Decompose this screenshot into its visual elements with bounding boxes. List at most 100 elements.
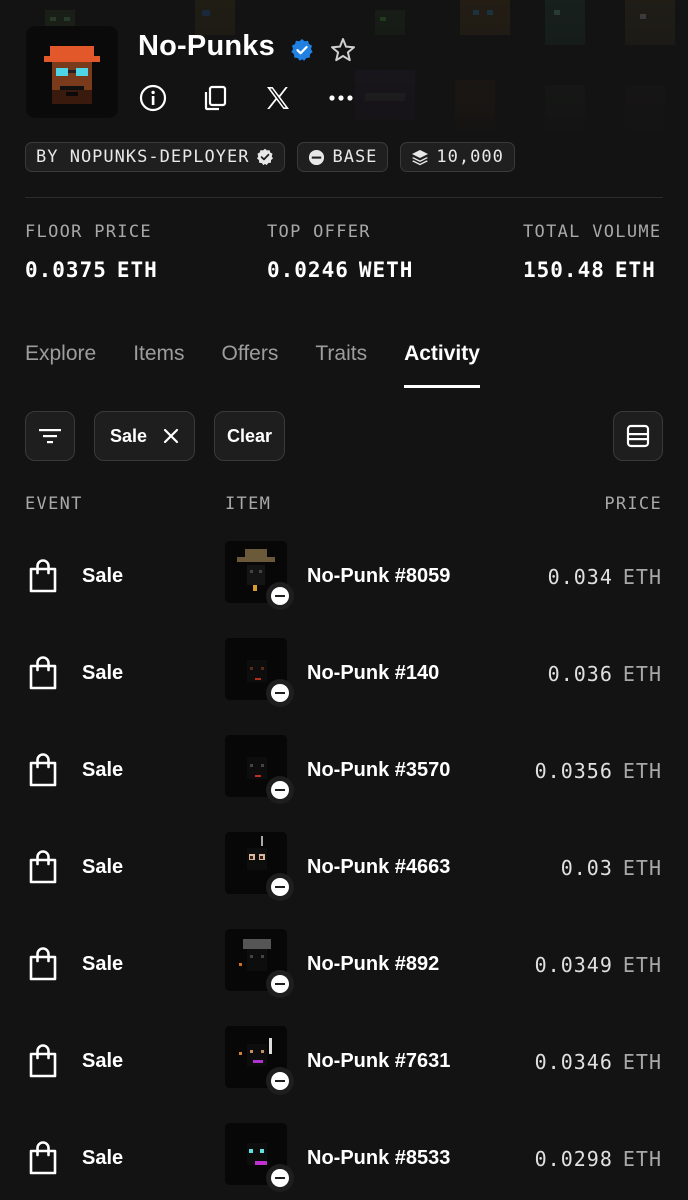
stat-total-volume: TOTAL VOLUME 150.48 ETH — [523, 222, 661, 282]
shopping-bag-icon — [29, 753, 57, 787]
tab-items[interactable]: Items — [133, 342, 184, 388]
activity-row[interactable]: Sale No-Punk #7631 0.0346 ETH — [0, 1026, 688, 1123]
column-header-event: EVENT — [25, 494, 83, 514]
verified-icon — [257, 148, 274, 166]
price-amount: 0.03 — [560, 856, 613, 880]
event-label: Sale — [82, 759, 124, 781]
base-chain-icon — [266, 873, 294, 901]
shopping-bag-icon — [29, 1044, 57, 1078]
base-chain-icon — [266, 970, 294, 998]
item-name[interactable]: No-Punk #7631 — [307, 1050, 450, 1073]
event-label: Sale — [82, 953, 124, 975]
clear-filters-button[interactable]: Clear — [214, 411, 285, 461]
stat-label: TOTAL VOLUME — [523, 222, 662, 242]
shopping-bag-icon — [29, 656, 57, 690]
price-amount: 0.0356 — [534, 759, 613, 783]
item-name[interactable]: No-Punk #8059 — [307, 565, 450, 588]
filter-button[interactable] — [25, 411, 75, 461]
base-chain-icon — [266, 776, 294, 804]
info-icon[interactable] — [137, 82, 169, 114]
base-chain-icon — [309, 149, 325, 165]
price-currency: ETH — [622, 565, 662, 589]
event-label: Sale — [82, 1147, 124, 1169]
price-amount: 0.036 — [547, 662, 613, 686]
creator-chip[interactable]: BY NOPUNKS-DEPLOYER — [25, 142, 286, 172]
stat-currency: ETH — [614, 258, 656, 282]
more-icon[interactable] — [325, 82, 357, 114]
stat-currency: ETH — [116, 258, 158, 282]
tab-explore[interactable]: Explore — [25, 342, 96, 388]
item-price: 0.0346 ETH — [535, 1050, 662, 1074]
activity-row[interactable]: Sale No-Punk #8059 0.034 ETH — [0, 541, 688, 638]
item-price: 0.0356 ETH — [535, 759, 662, 783]
view-toggle-button[interactable] — [613, 411, 663, 461]
shopping-bag-icon — [29, 559, 57, 593]
item-name[interactable]: No-Punk #892 — [307, 953, 439, 976]
stat-label: FLOOR PRICE — [25, 222, 152, 242]
favorite-star-icon[interactable] — [329, 36, 357, 64]
chain-chip[interactable]: BASE — [297, 142, 389, 172]
base-chain-icon — [266, 679, 294, 707]
divider — [25, 197, 663, 198]
shopping-bag-icon — [29, 1141, 57, 1175]
stat-floor-price: FLOOR PRICE 0.0375 ETH — [25, 222, 158, 282]
base-chain-icon — [266, 1067, 294, 1095]
filter-icon — [39, 429, 61, 444]
tab-offers[interactable]: Offers — [222, 342, 279, 388]
activity-row[interactable]: Sale No-Punk #892 0.0349 ETH — [0, 929, 688, 1026]
item-price: 0.036 ETH — [548, 662, 662, 686]
item-name[interactable]: No-Punk #3570 — [307, 759, 450, 782]
collection-title: No-Punks — [138, 30, 275, 62]
item-price: 0.0349 ETH — [535, 953, 662, 977]
event-label: Sale — [82, 565, 124, 587]
price-currency: ETH — [622, 953, 662, 977]
activity-row[interactable]: Sale No-Punk #8533 0.0298 ETH — [0, 1123, 688, 1200]
base-chain-icon — [266, 582, 294, 610]
price-currency: ETH — [622, 759, 662, 783]
item-name[interactable]: No-Punk #4663 — [307, 856, 450, 879]
item-name[interactable]: No-Punk #140 — [307, 662, 439, 685]
price-currency: ETH — [622, 662, 662, 686]
event-label: Sale — [82, 856, 124, 878]
copy-icon[interactable] — [199, 82, 231, 114]
price-currency: ETH — [622, 856, 662, 880]
tab-activity[interactable]: Activity — [404, 342, 480, 388]
sale-filter-label: Sale — [109, 425, 148, 446]
shopping-bag-icon — [29, 947, 57, 981]
stat-top-offer: TOP OFFER 0.0246 WETH — [267, 222, 413, 282]
supply-chip: 10,000 — [400, 142, 515, 172]
price-amount: 0.0298 — [534, 1147, 613, 1171]
column-header-item: ITEM — [225, 494, 272, 514]
collection-avatar-art — [26, 26, 118, 118]
layers-icon — [412, 150, 429, 166]
supply-label: 10,000 — [436, 147, 504, 167]
event-label: Sale — [82, 1050, 124, 1072]
stat-value: 150.48 — [523, 258, 605, 282]
tab-traits[interactable]: Traits — [315, 342, 367, 388]
list-view-icon — [626, 424, 650, 448]
price-amount: 0.034 — [547, 565, 613, 589]
activity-row[interactable]: Sale No-Punk #3570 0.0356 ETH — [0, 735, 688, 832]
item-price: 0.034 ETH — [548, 565, 662, 589]
event-label: Sale — [82, 662, 124, 684]
stat-value: 0.0375 — [25, 258, 107, 282]
close-icon[interactable] — [163, 428, 179, 444]
sale-filter-chip[interactable]: Sale — [94, 411, 195, 461]
shopping-bag-icon — [29, 850, 57, 884]
stat-label: TOP OFFER — [267, 222, 371, 242]
item-price: 0.03 ETH — [561, 856, 662, 880]
collection-avatar — [26, 26, 118, 118]
verified-badge-icon — [291, 39, 313, 61]
x-logo-icon[interactable] — [262, 82, 294, 114]
activity-row[interactable]: Sale No-Punk #4663 0.03 ETH — [0, 832, 688, 929]
price-amount: 0.0346 — [534, 1050, 613, 1074]
activity-row[interactable]: Sale No-Punk #140 0.036 ETH — [0, 638, 688, 735]
collection-tabs: Explore Items Offers Traits Activity — [25, 342, 517, 388]
item-name[interactable]: No-Punk #8533 — [307, 1147, 450, 1170]
price-currency: ETH — [622, 1147, 662, 1171]
price-currency: ETH — [622, 1050, 662, 1074]
creator-label: BY NOPUNKS-DEPLOYER — [36, 147, 250, 167]
chain-label: BASE — [332, 147, 378, 167]
price-amount: 0.0349 — [534, 953, 613, 977]
stat-value: 0.0246 — [267, 258, 349, 282]
